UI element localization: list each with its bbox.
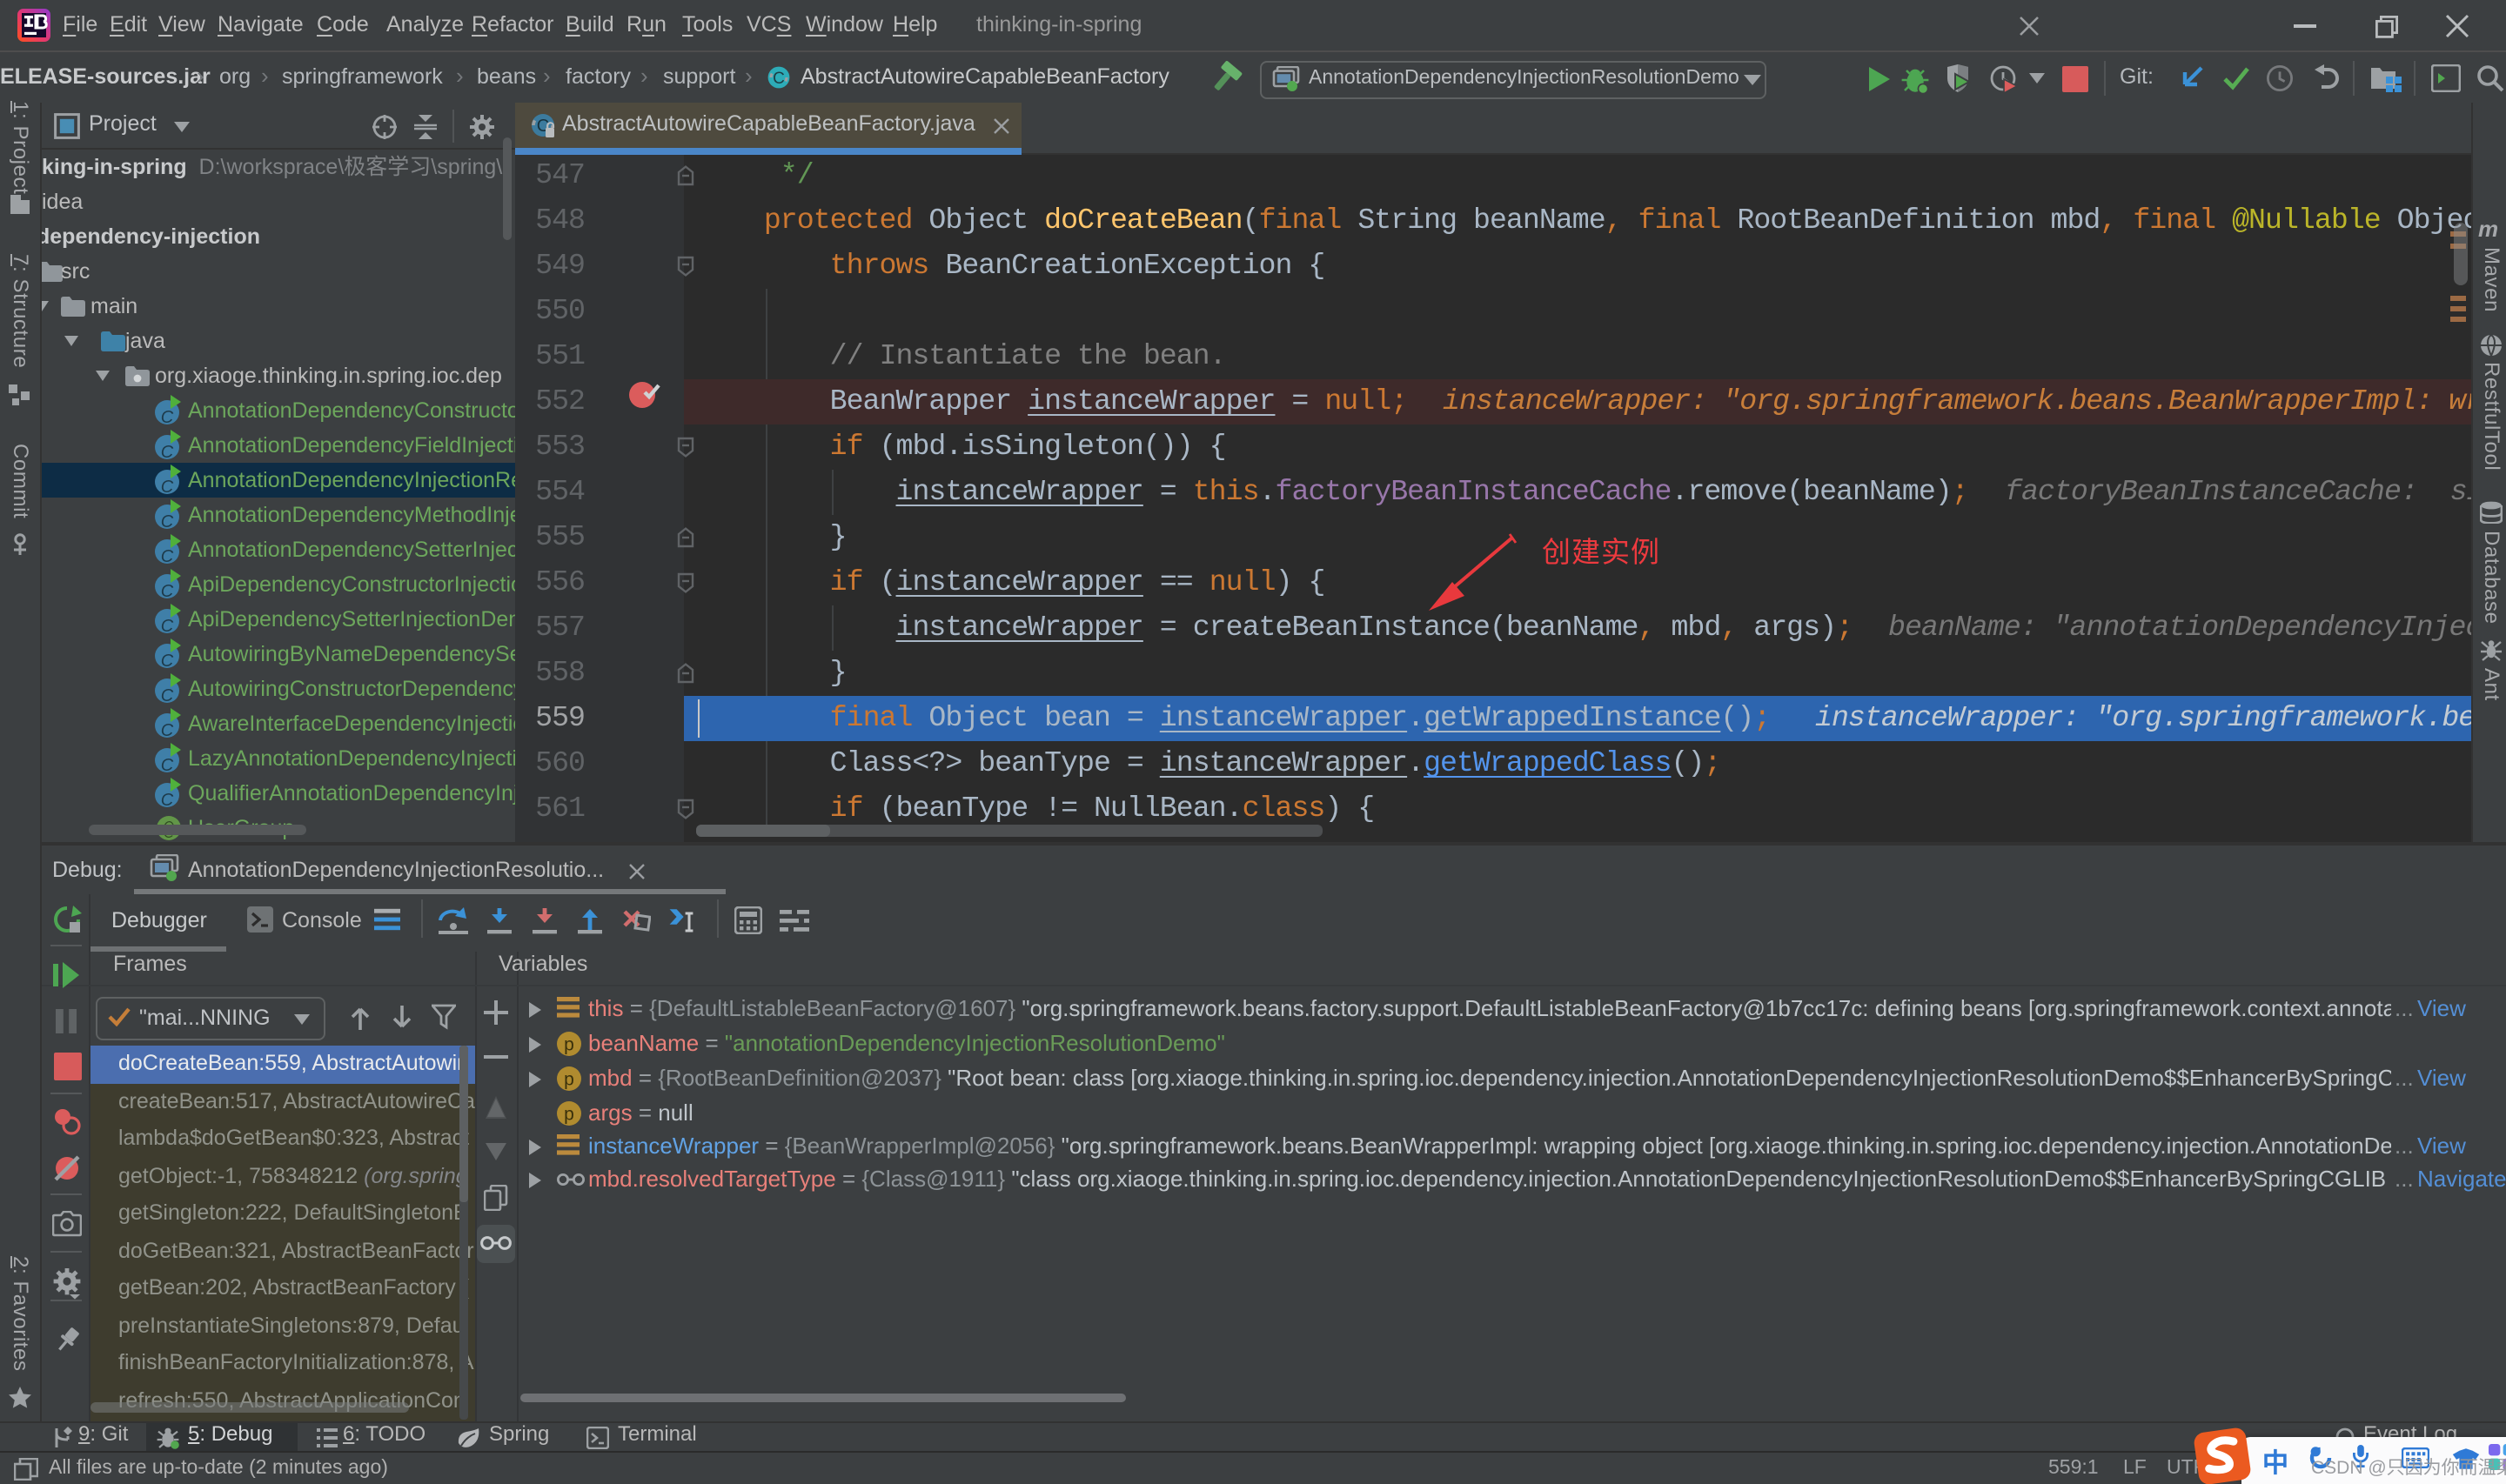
svg-text:p: p (564, 1034, 574, 1054)
svg-text:C: C (773, 70, 785, 88)
svg-text:p: p (564, 1069, 574, 1089)
svg-text:p: p (564, 1104, 574, 1124)
